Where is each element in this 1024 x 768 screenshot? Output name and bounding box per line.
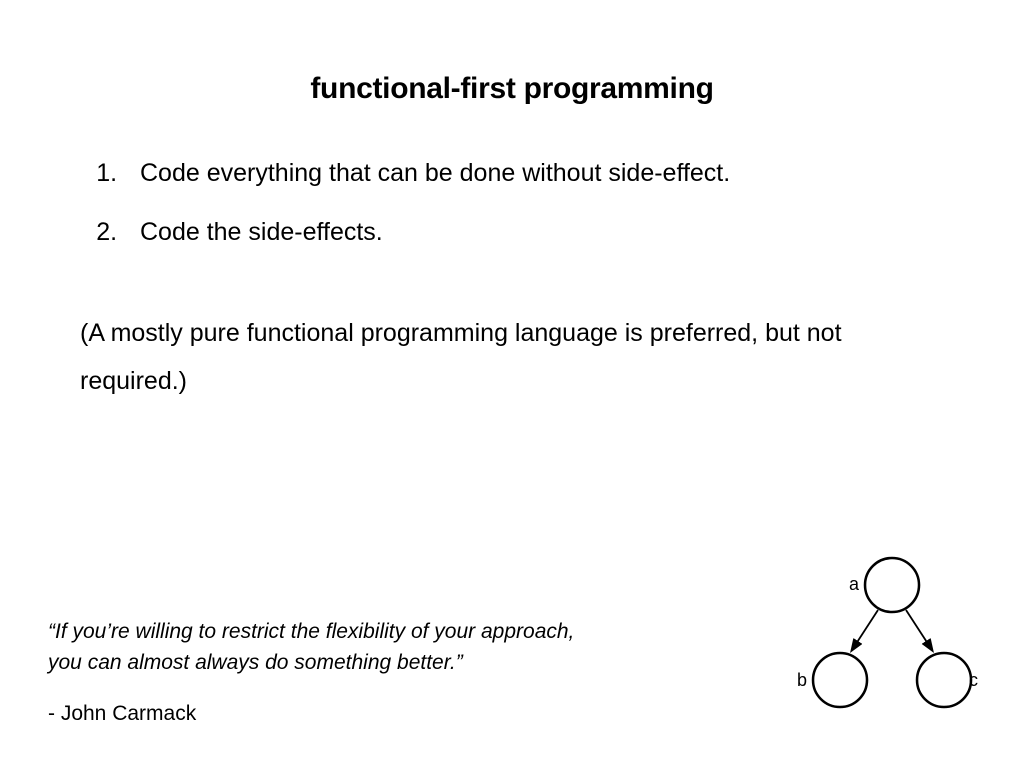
slide-title: functional-first programming	[0, 0, 1024, 106]
parenthetical-note: (A mostly pure functional programming la…	[80, 310, 944, 405]
point-1: Code everything that can be done without…	[124, 156, 944, 191]
node-b-label: b	[797, 670, 807, 690]
node-c-label: c	[969, 670, 978, 690]
node-a-label: a	[849, 574, 860, 594]
points-list: Code everything that can be done without…	[80, 156, 944, 250]
edge-a-b	[852, 610, 878, 650]
quote-text: “If you’re willing to restrict the flexi…	[48, 617, 608, 678]
tree-diagram-svg: a b c	[762, 550, 982, 720]
point-2: Code the side-effects.	[124, 215, 944, 250]
quote-block: “If you’re willing to restrict the flexi…	[48, 617, 608, 726]
quote-attribution: - John Carmack	[48, 702, 608, 726]
edge-a-c	[906, 610, 932, 650]
tree-diagram: a b c	[762, 550, 982, 720]
slide-content: Code everything that can be done without…	[0, 106, 1024, 405]
